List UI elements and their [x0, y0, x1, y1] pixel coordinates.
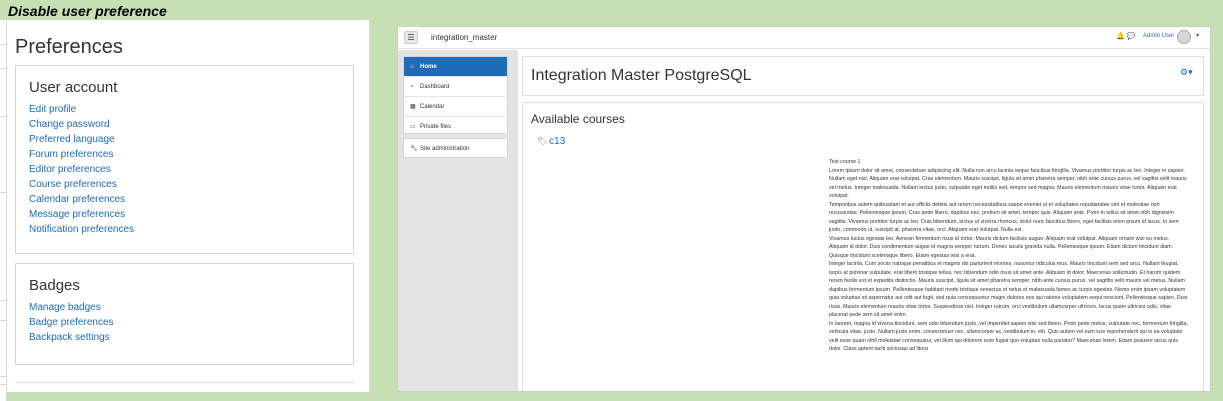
available-courses-heading: Available courses [531, 112, 625, 126]
chat-icon[interactable]: 💬 [1127, 33, 1136, 40]
moodle-home-panel: ☰ integration_master 🔔 💬 Admin User ▾ ⌂ H… [397, 26, 1211, 392]
list-item: Manage badges [29, 300, 353, 315]
badge-link[interactable]: Manage badges [29, 302, 101, 313]
summary-paragraph: Temporibus autem quibusdam et aut offici… [829, 201, 1179, 234]
spreadsheet-edge [0, 20, 7, 401]
list-item: Message preferences [29, 207, 353, 222]
home-icon: ⌂ [410, 64, 414, 70]
sidebar-item-site-administration[interactable]: 🔧 Site administration [404, 139, 507, 159]
caret-down-icon[interactable]: ▾ [1196, 32, 1199, 39]
preference-link[interactable]: Edit profile [29, 104, 76, 115]
list-item: Course preferences [29, 177, 353, 192]
list-item: Calendar preferences [29, 192, 353, 207]
sidebar-item-dashboard[interactable]: ◔ Dashboard [404, 77, 507, 97]
list-item: Notification preferences [29, 222, 353, 237]
badge-link[interactable]: Backpack settings [29, 332, 110, 343]
course-name[interactable]: c13 [549, 136, 565, 147]
page-header: Integration Master PostgreSQL ⚙▾ [522, 56, 1204, 96]
sidebar-item-label: Calendar [420, 104, 445, 110]
badges-card: Badges Manage badges Badge preferences Bac… [15, 263, 354, 365]
file-icon: ▭ [410, 124, 416, 130]
list-item: Change password [29, 117, 353, 132]
course-link[interactable]: 🏷 c13 [537, 136, 565, 147]
bell-icon[interactable]: 🔔 [1116, 33, 1125, 40]
course-collapse-icon[interactable]: 🏷 [537, 137, 547, 146]
preference-link[interactable]: Forum preferences [29, 149, 113, 160]
course-summary: Test course 1 Lorem ipsum dolor sit amet… [829, 158, 1189, 354]
nav-drawer: ⌂ Home ◔ Dashboard ▦ Calendar ▭ Private files 🔧… [398, 50, 518, 391]
list-item: Badge preferences [29, 315, 353, 330]
gear-icon[interactable]: ⚙▾ [1180, 67, 1193, 78]
nav-drawer-main: ⌂ Home ◔ Dashboard ▦ Calendar ▭ Private files [403, 56, 508, 137]
dashboard-icon: ◔ [410, 84, 414, 90]
sidebar-item-label: Dashboard [420, 84, 450, 90]
preference-link[interactable]: Course preferences [29, 179, 117, 190]
sidebar-item-home[interactable]: ⌂ Home [404, 57, 507, 77]
wrench-icon: 🔧 [410, 146, 418, 152]
avatar[interactable] [1177, 30, 1191, 44]
top-navbar: ☰ integration_master 🔔 💬 Admin User ▾ [398, 27, 1210, 49]
sidebar-item-label: Home [420, 64, 437, 70]
badges-links: Manage badges Badge preferences Backpack s… [29, 300, 353, 345]
page-title: Preferences [15, 36, 123, 58]
list-item: Edit profile [29, 102, 353, 117]
list-item: Editor preferences [29, 162, 353, 177]
summary-paragraph: Integer lacinia. Cum sociis natoque pena… [829, 261, 1188, 318]
preference-link[interactable]: Calendar preferences [29, 194, 125, 205]
notification-icons: 🔔 💬 [1116, 32, 1135, 40]
list-item: Backpack settings [29, 330, 353, 345]
caption-title: Disable user preference [8, 3, 167, 19]
user-account-card: User account Edit profile Change password… [15, 65, 354, 254]
divider [15, 382, 354, 383]
sidebar-item-private-files[interactable]: ▭ Private files [404, 117, 507, 137]
preference-link[interactable]: Editor preferences [29, 164, 111, 175]
badge-link[interactable]: Badge preferences [29, 317, 114, 328]
page-heading: Integration Master PostgreSQL [531, 67, 752, 84]
list-item: Preferred language [29, 132, 353, 147]
sidebar-item-label: Site administration [420, 146, 470, 152]
summary-title: Test course 1 [829, 159, 861, 165]
sidebar-item-label: Private files [420, 124, 452, 130]
user-menu-name[interactable]: Admin User [1143, 33, 1174, 39]
calendar-icon: ▦ [410, 104, 416, 110]
summary-paragraph: Vivamus luctus egestas leo. Aenean ferme… [829, 235, 1174, 259]
preference-link[interactable]: Notification preferences [29, 224, 134, 235]
nav-drawer-admin: 🔧 Site administration [403, 138, 508, 159]
preference-link[interactable]: Preferred language [29, 134, 115, 145]
sidebar-item-calendar[interactable]: ▦ Calendar [404, 97, 507, 117]
preference-link[interactable]: Change password [29, 119, 110, 130]
preferences-panel: Preferences User account Edit profile Cha… [7, 20, 370, 392]
summary-paragraph: In laoreet, magna id viverra tincidunt, … [829, 320, 1188, 353]
site-name[interactable]: integration_master [431, 33, 497, 42]
main-content: Available courses 🏷 c13 Test course 1 Lor… [522, 102, 1204, 391]
badges-heading: Badges [29, 277, 80, 294]
summary-paragraph: Lorem ipsum dolor sit amet, consectetuer… [829, 167, 1187, 200]
list-item: Forum preferences [29, 147, 353, 162]
user-account-heading: User account [29, 79, 118, 96]
hamburger-icon[interactable]: ☰ [404, 31, 418, 44]
user-account-links: Edit profile Change password Preferred lan… [29, 102, 353, 237]
preference-link[interactable]: Message preferences [29, 209, 125, 220]
